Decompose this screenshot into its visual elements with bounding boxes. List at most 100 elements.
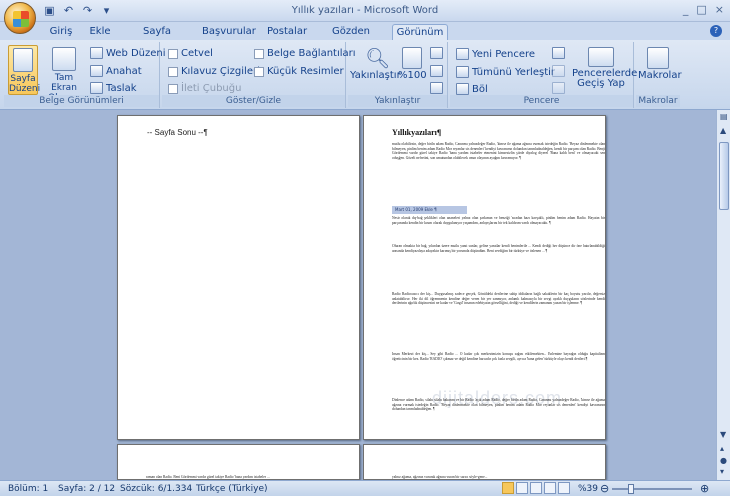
full-screen-reading-icon <box>52 47 76 71</box>
status-language[interactable]: Türkçe (Türkiye) <box>196 484 268 494</box>
maximize-button[interactable]: □ <box>696 3 706 16</box>
zoom-in-icon[interactable]: ⊕ <box>700 482 709 495</box>
page-layout-icon <box>13 48 33 72</box>
scroll-down-icon[interactable]: ▼ <box>720 430 726 439</box>
close-button[interactable]: × <box>715 3 724 16</box>
group-goster-gizle: Cetvel Kılavuz Çizgileri İleti Çubuğu Be… <box>162 42 356 108</box>
status-section[interactable]: Bölüm: 1 <box>8 484 48 494</box>
anahat-label: Anahat <box>106 65 142 77</box>
kilavuz-checkbox[interactable]: Kılavuz Çizgileri <box>168 66 260 77</box>
previous-page-icon[interactable]: ▴ <box>720 444 724 453</box>
view-buttons <box>502 482 570 494</box>
group-label-goster: Göster/Gizle <box>162 95 345 107</box>
full-screen-view-icon[interactable] <box>516 482 528 494</box>
makrolar-button[interactable]: Makrolar <box>638 45 682 95</box>
group-yakinlastir: 🔍︎ Yakınlaştır %100 Yakınlaştır <box>348 42 448 108</box>
group-label-makrolar: Makrolar <box>636 95 680 107</box>
title-bar: ▣ ↶ ↷ ▾ Yıllık yazıları - Microsoft Word… <box>0 0 730 34</box>
help-icon[interactable]: ? <box>710 25 722 37</box>
tumunu-yerlestir-button[interactable]: Tümünü Yerleştir <box>456 66 555 78</box>
belge-baglanti-checkbox[interactable]: Belge Bağlantıları <box>254 48 356 59</box>
zoom-level[interactable]: %39 <box>578 484 598 494</box>
sayfa-duzeni-button[interactable]: Sayfa Düzeni <box>8 45 41 95</box>
ileti-checkbox[interactable]: İleti Çubuğu <box>168 83 241 94</box>
window-controls: _ □ × <box>683 3 724 16</box>
one-page-icon[interactable] <box>430 47 443 62</box>
scroll-thumb[interactable] <box>719 142 729 210</box>
tab-giris[interactable]: Giriş <box>48 24 74 40</box>
taslak-button[interactable]: Taslak <box>90 82 137 94</box>
status-page[interactable]: Sayfa: 2 / 12 <box>58 484 115 494</box>
macros-icon <box>647 47 669 69</box>
document-page-left[interactable]: -- Sayfa Sonu --¶ <box>117 115 360 440</box>
belge-baglanti-label: Belge Bağlantıları <box>267 48 356 59</box>
page-fragment-right: yalnız ağama, ağzınız vururak ağzına vur… <box>392 475 488 479</box>
yakinlastir-button[interactable]: 🔍︎ Yakınlaştır <box>350 45 401 93</box>
tab-gozden-gecir[interactable]: Gözden Geçir <box>322 24 380 52</box>
status-bar: Bölüm: 1 Sayfa: 2 / 12 Sözcük: 6/1.334 T… <box>0 480 730 496</box>
kucuk-resimler-check[interactable] <box>254 66 264 77</box>
group-label-yakinlastir: Yakınlaştır <box>348 95 447 107</box>
sayfa-duzeni-label: Sayfa Düzeni <box>9 74 41 94</box>
paragraph-4: Radio Radiocasıcı der kiş... Duygusalmış… <box>392 292 605 306</box>
yakinlastir-label: Yakınlaştır <box>350 70 401 81</box>
group-belge-gorunumleri: Sayfa Düzeni Tam Ekran Okuma Web Düzeni … <box>4 42 166 108</box>
scroll-up-icon[interactable]: ▲ <box>720 126 726 135</box>
draft-view-icon[interactable] <box>558 482 570 494</box>
zoom-100-label: %100 <box>398 70 427 81</box>
split-icon <box>456 83 469 95</box>
yeni-pencere-button[interactable]: Yeni Pencere <box>456 48 535 60</box>
zoom-100-icon <box>402 47 422 69</box>
office-logo-icon <box>13 11 29 27</box>
cetvel-check[interactable] <box>168 48 178 59</box>
tab-sayfa-duzeni[interactable]: Sayfa Düzeni <box>128 24 186 52</box>
zoom-slider-thumb[interactable] <box>628 484 634 494</box>
date-field[interactable]: Mart 01, 2009 Ekle ¶ <box>392 206 467 214</box>
office-button[interactable] <box>4 2 36 34</box>
paragraph-1: mutlu olabilirsin, değer biriln adam Rad… <box>392 142 605 161</box>
page-break-marker: -- Sayfa Sonu --¶ <box>147 128 208 137</box>
vertical-scrollbar[interactable]: ▤ ▲ ▼ ▴ ● ▾ <box>716 110 730 480</box>
ileti-check[interactable] <box>168 83 178 94</box>
cetvel-checkbox[interactable]: Cetvel <box>168 48 213 59</box>
tab-ekle[interactable]: Ekle <box>88 24 112 40</box>
paragraph-3: Oluran olmakta bir bağ, yılından üzere m… <box>392 244 605 253</box>
outline-view-icon[interactable] <box>544 482 556 494</box>
page-fragment-left: raman olan Radio. Beni Gördemmi vardır g… <box>146 475 270 479</box>
print-layout-view-icon[interactable] <box>502 482 514 494</box>
kucuk-resimler-checkbox[interactable]: Küçük Resimler <box>254 66 344 77</box>
two-pages-icon[interactable] <box>430 65 443 80</box>
web-view-icon[interactable] <box>530 482 542 494</box>
zoom-out-icon[interactable]: ⊖ <box>600 482 609 495</box>
status-word-count[interactable]: Sözcük: 6/1.334 <box>120 484 192 494</box>
browse-object-icon[interactable]: ● <box>720 456 727 465</box>
kilavuz-check[interactable] <box>168 66 178 77</box>
web-layout-icon <box>90 47 103 59</box>
tab-postalar[interactable]: Postalar <box>267 24 307 40</box>
window-title: Yıllık yazıları - Microsoft Word <box>291 5 439 16</box>
tab-basvurular[interactable]: Başvurular <box>202 24 256 40</box>
document-page-right[interactable]: Yıllıkyazıları¶ mutlu olabilirsin, değer… <box>363 115 606 440</box>
bol-button[interactable]: Böl <box>456 83 488 95</box>
tam-ekran-okuma-button[interactable]: Tam Ekran Okuma <box>42 45 86 103</box>
web-duzeni-button[interactable]: Web Düzeni <box>90 47 166 59</box>
zoom-slider[interactable] <box>612 488 692 490</box>
ribbon-tabs: Giriş Ekle Sayfa Düzeni Başvurular Posta… <box>0 22 730 52</box>
ruler-toggle-icon[interactable]: ▤ <box>720 112 728 121</box>
side-by-side-icon[interactable] <box>552 47 565 62</box>
makrolar-label: Makrolar <box>638 70 682 81</box>
document-page-bottom-left[interactable]: raman olan Radio. Beni Gördemmi vardır g… <box>117 444 360 480</box>
document-page-bottom-right[interactable]: yalnız ağama, ağzınız vururak ağzına vur… <box>363 444 606 480</box>
outline-icon <box>90 65 103 77</box>
next-page-icon[interactable]: ▾ <box>720 467 724 476</box>
switch-windows-icon <box>588 47 614 67</box>
anahat-button[interactable]: Anahat <box>90 65 142 77</box>
belge-baglanti-check[interactable] <box>254 48 264 59</box>
sync-scroll-icon[interactable] <box>552 65 565 80</box>
paragraph-2: Nesir olarak dış-bağ şeklikleri olan ana… <box>392 216 605 225</box>
group-makrolar: Makrolar Makrolar <box>636 42 682 108</box>
minimize-button[interactable]: _ <box>683 3 689 16</box>
gecis-yap-button[interactable]: Pencerelerde Geçiş Yap <box>572 45 637 95</box>
tab-gorunum[interactable]: Görünüm <box>392 24 448 40</box>
zoom-100-button[interactable]: %100 <box>398 45 427 93</box>
